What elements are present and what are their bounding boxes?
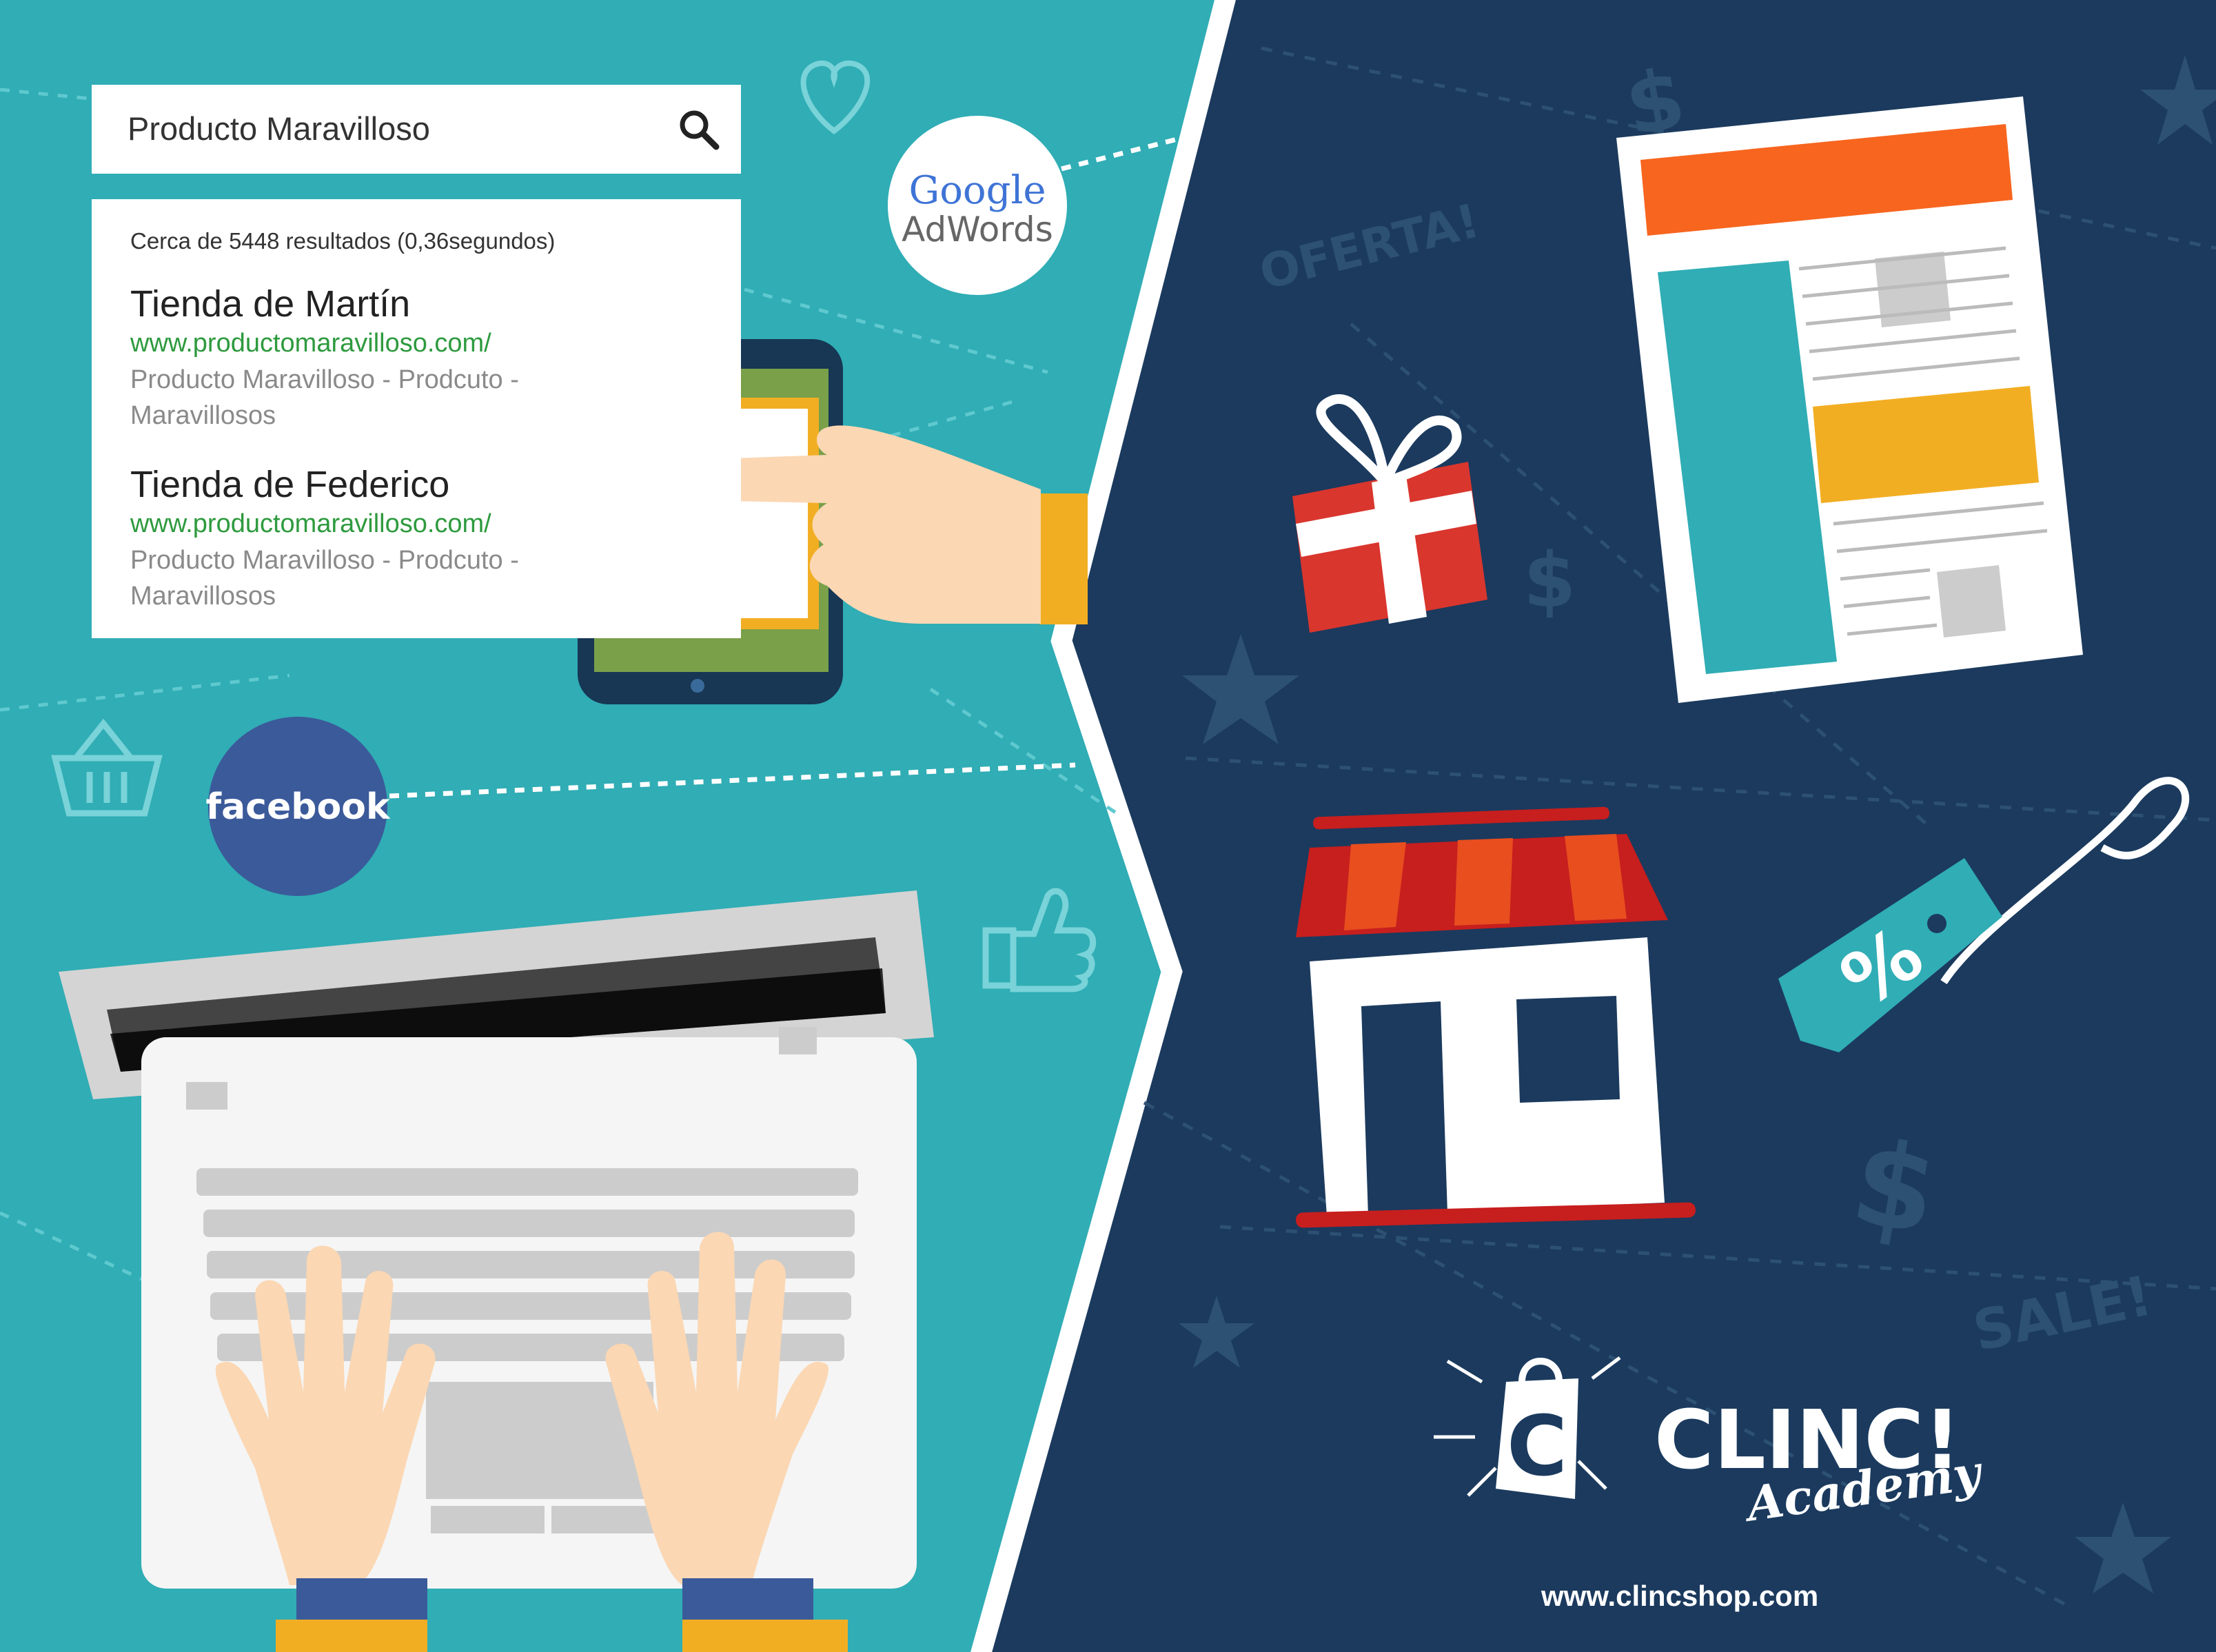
laptop-illustration xyxy=(59,890,934,1652)
result-title[interactable]: Tienda de Martín xyxy=(130,283,702,325)
results-count: Cerca de 5448 resultados (0,36segundos) xyxy=(130,228,556,254)
store-icon xyxy=(1296,806,1696,1228)
search-icon[interactable] xyxy=(675,105,723,154)
result-url[interactable]: www.productomaravilloso.com/ xyxy=(130,325,702,362)
result-url[interactable]: www.productomaravilloso.com/ xyxy=(130,505,702,542)
search-input[interactable]: Producto Maravilloso xyxy=(128,110,430,147)
facebook-wordmark: facebook xyxy=(205,786,390,828)
logo-letter: C xyxy=(1507,1399,1567,1495)
newspaper-icon xyxy=(1616,96,2083,703)
website-link[interactable]: www.clincshop.com xyxy=(1541,1580,1818,1613)
search-results-panel: Cerca de 5448 resultados (0,36segundos) … xyxy=(92,199,741,638)
search-result[interactable]: Tienda de Federico www.productomaravillo… xyxy=(130,464,702,614)
google-adwords-badge[interactable]: Google AdWords xyxy=(888,116,1067,295)
result-description: Producto Maravilloso - Prodcuto - Maravi… xyxy=(130,546,519,611)
search-result[interactable]: Tienda de Martín www.productomaravilloso… xyxy=(130,283,702,434)
svg-text:$: $ xyxy=(1523,536,1576,624)
search-bar[interactable]: Producto Maravilloso xyxy=(92,85,741,174)
adwords-wordmark: AdWords xyxy=(902,210,1053,249)
result-description: Producto Maravilloso - Prodcuto - Maravi… xyxy=(130,365,519,430)
result-title[interactable]: Tienda de Federico xyxy=(130,464,702,505)
google-wordmark: Google xyxy=(908,168,1046,213)
